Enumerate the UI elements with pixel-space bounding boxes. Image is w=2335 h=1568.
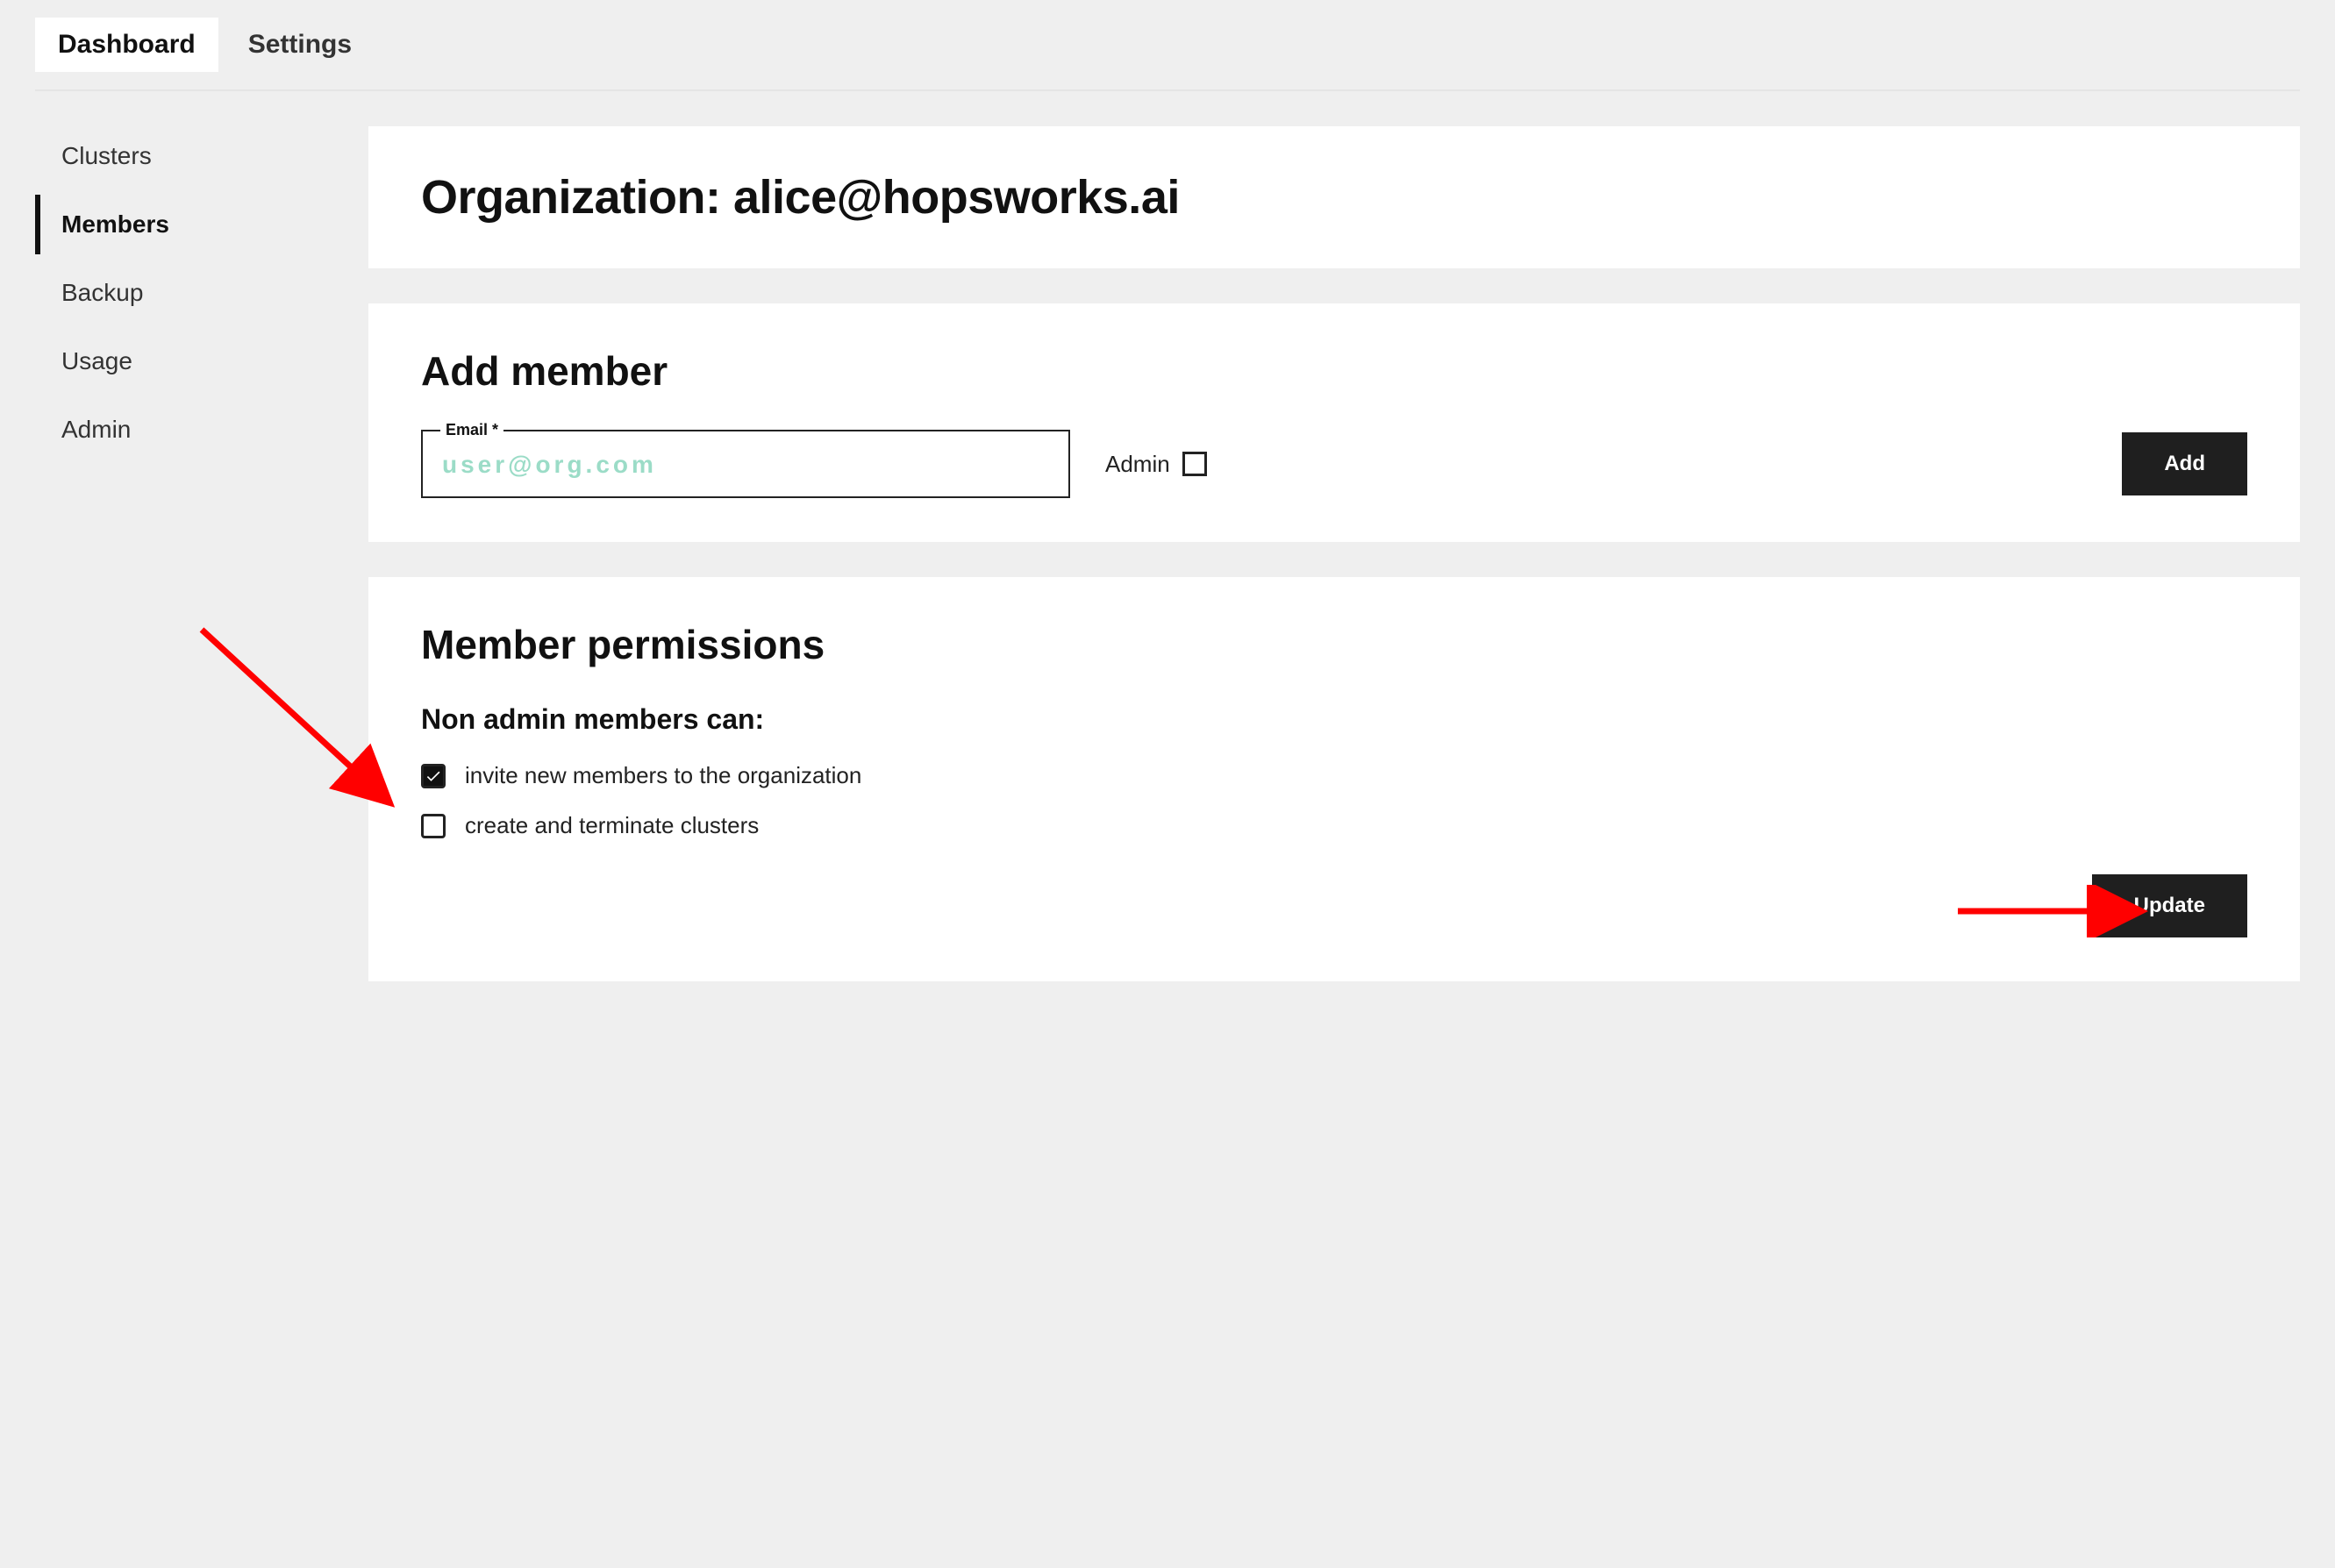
add-member-row: Email * Admin Add [421,430,2247,498]
page-title: Organization: alice@hopsworks.ai [421,170,2247,225]
email-label: Email * [440,421,503,439]
update-wrap: Update [421,874,2247,937]
sidebar: Clusters Members Backup Usage Admin [35,126,333,981]
update-button[interactable]: Update [2092,874,2247,937]
panel-org-header: Organization: alice@hopsworks.ai [368,126,2300,268]
top-nav: Dashboard Settings [0,0,2335,72]
section-title-permissions: Member permissions [421,621,2247,668]
sidebar-item-backup[interactable]: Backup [35,263,333,323]
panel-add-member: Add member Email * Admin Add [368,303,2300,542]
panel-permissions: Member permissions Non admin members can… [368,577,2300,981]
sidebar-item-clusters[interactable]: Clusters [35,126,333,186]
sidebar-item-usage[interactable]: Usage [35,331,333,391]
permission-label-clusters: create and terminate clusters [465,812,759,839]
check-icon [425,767,442,785]
admin-label: Admin [1105,451,1170,478]
main-content: Organization: alice@hopsworks.ai Add mem… [368,126,2300,981]
sidebar-item-members[interactable]: Members [35,195,333,254]
permission-row-invite: invite new members to the organization [421,762,2247,789]
admin-checkbox[interactable] [1182,452,1207,476]
email-input[interactable] [442,451,1049,479]
layout: Clusters Members Backup Usage Admin Orga… [0,91,2335,1051]
sidebar-item-admin[interactable]: Admin [35,400,333,460]
permission-checkbox-clusters[interactable] [421,814,446,838]
sub-title-permissions: Non admin members can: [421,703,2247,736]
permission-checkbox-invite[interactable] [421,764,446,788]
permission-label-invite: invite new members to the organization [465,762,861,789]
email-field-wrap: Email * [421,430,1070,498]
tab-settings[interactable]: Settings [225,18,375,72]
permission-row-clusters: create and terminate clusters [421,812,2247,839]
section-title-add-member: Add member [421,347,2247,395]
admin-checkbox-wrap: Admin [1105,451,1207,478]
tab-dashboard[interactable]: Dashboard [35,18,218,72]
add-button[interactable]: Add [2122,432,2247,495]
